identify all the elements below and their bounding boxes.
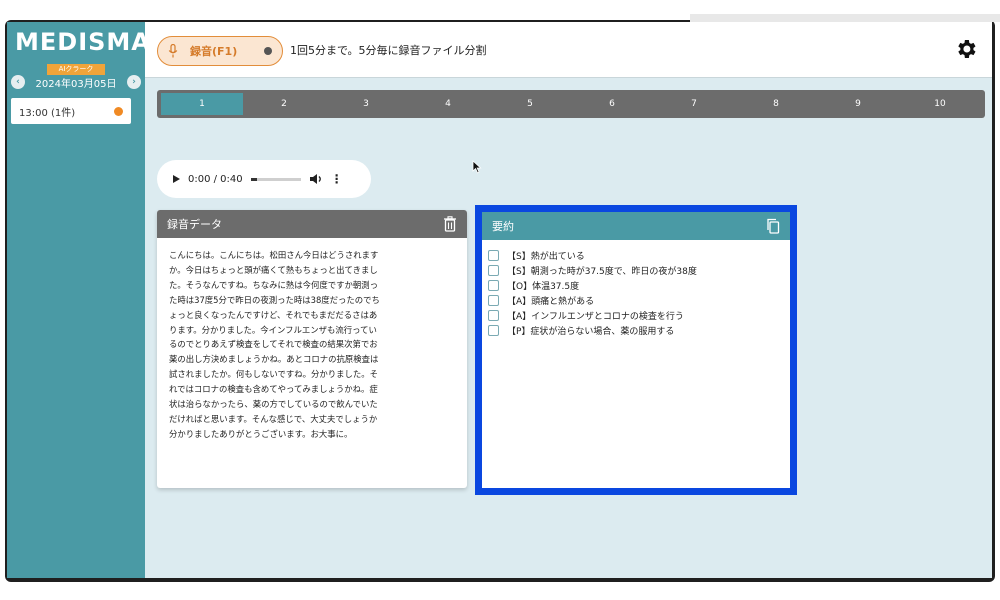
summary-panel-title: 要約 bbox=[492, 220, 514, 233]
date-navigator: ‹ 2024年03月05日 › bbox=[11, 74, 141, 90]
tab-4[interactable]: 4 bbox=[407, 93, 489, 115]
transcript-line: 分かりましたありがとうございます。お大事に。 bbox=[169, 428, 353, 439]
copy-icon[interactable] bbox=[766, 218, 780, 234]
summary-item-text: 【O】体温37.5度 bbox=[507, 282, 580, 292]
transcript-line: ります。分かりました。今インフルエンザも流行ってい bbox=[169, 324, 377, 335]
summary-item: 【A】頭痛と熱がある bbox=[488, 293, 784, 308]
sidebar: MEDISMA AIクラーク ‹ 2024年03月05日 › 13:00 (1件… bbox=[7, 22, 151, 578]
transcript-line: 試されましたか。何もしないですね。分かりました。そ bbox=[169, 369, 378, 380]
transcript-line: 状は治らなかったら、薬の方でしているので飲んでいた bbox=[169, 399, 378, 410]
transcript-line: か。今日はちょっと頭が痛くて熱もちょっと出てきまし bbox=[169, 264, 378, 275]
session-label: 13:00 (1件) bbox=[19, 107, 76, 119]
gear-icon[interactable] bbox=[954, 37, 978, 61]
transcript-line: こんにちは。こんにちは。松田さん今日はどうされます bbox=[169, 250, 379, 260]
summary-list: 【S】熱が出ている 【S】朝測った時が37.5度で、昨日の夜が38度 【O】体温… bbox=[482, 240, 790, 346]
recording-data-panel: 録音データ こんにちは。こんにちは。松田さん今日はどうされます か。今日はちょっ… bbox=[157, 210, 467, 488]
current-date: 2024年03月05日 bbox=[35, 78, 117, 90]
summary-item-text: 【S】朝測った時が37.5度で、昨日の夜が38度 bbox=[507, 267, 697, 277]
transcript-text: こんにちは。こんにちは。松田さん今日はどうされます か。今日はちょっと頭が痛くて… bbox=[157, 238, 467, 452]
summary-item-text: 【A】頭痛と熱がある bbox=[507, 297, 595, 307]
summary-checkbox[interactable] bbox=[488, 250, 499, 261]
summary-panel: 要約 【S】熱が出ている 【S】朝測った時が37.5度で、昨日の夜が38度 【O… bbox=[482, 212, 790, 488]
tab-10[interactable]: 10 bbox=[899, 93, 981, 115]
tab-9[interactable]: 9 bbox=[817, 93, 899, 115]
record-note: 1回5分まで。5分毎に録音ファイル分割 bbox=[290, 44, 487, 57]
header: 録音(F1) 1回5分まで。5分毎に録音ファイル分割 bbox=[145, 22, 992, 78]
play-icon[interactable] bbox=[173, 175, 180, 183]
summary-item-text: 【S】熱が出ている bbox=[507, 252, 585, 262]
microphone-icon bbox=[168, 44, 178, 58]
transcript-line: だければと思います。そんな感じで、大丈夫でしょうか bbox=[169, 413, 378, 424]
summary-checkbox[interactable] bbox=[488, 325, 499, 336]
tab-8[interactable]: 8 bbox=[735, 93, 817, 115]
logo-text: MEDISMA bbox=[15, 28, 151, 56]
tab-2[interactable]: 2 bbox=[243, 93, 325, 115]
tab-5[interactable]: 5 bbox=[489, 93, 571, 115]
transcript-line: 薬の出し方決めましょうかね。あとコロナの抗原検査は bbox=[169, 354, 379, 365]
summary-item: 【P】症状が治らない場合、薬の服用する bbox=[488, 323, 784, 338]
record-button-label: 録音(F1) bbox=[190, 45, 238, 58]
recording-panel-header: 録音データ bbox=[157, 210, 467, 238]
transcript-line: るのでとりあえず検査をしてそれで検査の結果次第でお bbox=[169, 339, 378, 350]
transcript-line: た時は37度5分で昨日の夜測った時は38度だったのでち bbox=[169, 294, 380, 305]
tab-6[interactable]: 6 bbox=[571, 93, 653, 115]
summary-item: 【A】インフルエンザとコロナの検査を行う bbox=[488, 308, 784, 323]
record-indicator-dot bbox=[264, 47, 272, 55]
summary-item-text: 【P】症状が治らない場合、薬の服用する bbox=[507, 327, 675, 337]
top-strip bbox=[690, 14, 1000, 22]
chevron-left-icon[interactable]: ‹ bbox=[11, 75, 25, 89]
session-status-dot bbox=[114, 106, 123, 116]
logo: MEDISMA AIクラーク bbox=[15, 28, 151, 75]
app-screen: MEDISMA AIクラーク ‹ 2024年03月05日 › 13:00 (1件… bbox=[7, 22, 992, 578]
transcript-line: た。そうなんですね。ちなみに熱は今何度ですか朝測っ bbox=[169, 279, 378, 290]
audio-time: 0:00 / 0:40 bbox=[188, 173, 243, 185]
transcript-line: ょっと良くなったんですけど、それでもまだだるさはあ bbox=[169, 309, 378, 320]
recording-tabs: 1 2 3 4 5 6 7 8 9 10 bbox=[157, 90, 985, 118]
recording-panel-title: 録音データ bbox=[167, 218, 222, 231]
summary-item: 【S】朝測った時が37.5度で、昨日の夜が38度 bbox=[488, 263, 784, 278]
record-button[interactable]: 録音(F1) bbox=[157, 36, 283, 66]
mouse-cursor-icon bbox=[472, 160, 482, 174]
tab-1[interactable]: 1 bbox=[161, 93, 243, 115]
tab-3[interactable]: 3 bbox=[325, 93, 407, 115]
summary-item: 【S】熱が出ている bbox=[488, 248, 784, 263]
audio-player: 0:00 / 0:40 ⋮ bbox=[157, 160, 371, 198]
audio-seek-fill bbox=[250, 177, 257, 181]
summary-item-text: 【A】インフルエンザとコロナの検査を行う bbox=[507, 312, 684, 322]
summary-checkbox[interactable] bbox=[488, 295, 499, 306]
summary-checkbox[interactable] bbox=[488, 310, 499, 321]
summary-item: 【O】体温37.5度 bbox=[488, 278, 784, 293]
sidebar-item-session[interactable]: 13:00 (1件) bbox=[11, 98, 131, 124]
summary-checkbox[interactable] bbox=[488, 265, 499, 276]
volume-icon[interactable] bbox=[309, 173, 323, 185]
trash-icon[interactable] bbox=[443, 216, 457, 232]
tab-7[interactable]: 7 bbox=[653, 93, 735, 115]
transcript-line: れではコロナの検査も含めてやってみましょうかね。症 bbox=[169, 384, 378, 395]
audio-seek-bar[interactable] bbox=[250, 177, 301, 181]
chevron-right-icon[interactable]: › bbox=[127, 75, 141, 89]
more-options-icon[interactable]: ⋮ bbox=[331, 172, 343, 186]
summary-checkbox[interactable] bbox=[488, 280, 499, 291]
main-area: 録音(F1) 1回5分まで。5分毎に録音ファイル分割 1 2 3 4 5 6 7… bbox=[145, 22, 992, 578]
summary-panel-header: 要約 bbox=[482, 212, 790, 240]
